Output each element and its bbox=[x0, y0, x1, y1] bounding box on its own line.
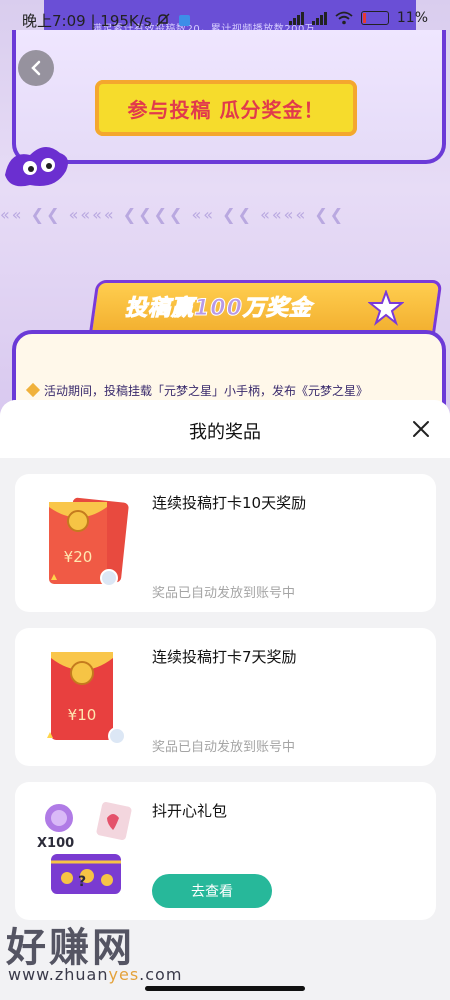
red-packet-amount: ¥20 bbox=[64, 548, 93, 566]
watermark-url: www.zhuanyes.com bbox=[8, 965, 182, 984]
watermark-url-accent: yes bbox=[108, 965, 140, 984]
close-icon[interactable] bbox=[410, 418, 432, 440]
mascot-decoration-icon bbox=[5, 146, 68, 187]
battery-text: 11% bbox=[396, 10, 428, 26]
gift-pack-icon: X100 ? bbox=[37, 801, 132, 894]
status-bar: 晚上7:09 | 195K/s 11% bbox=[0, 0, 450, 40]
join-submission-text: 参与投稿 瓜分奖金！ bbox=[127, 97, 325, 122]
activity-page-background: 满足累计有效投稿数20，累计视频播放数200万 参与投稿 瓜分奖金！ «« ❮❮… bbox=[0, 0, 450, 420]
prize-status: 奖品已自动发放到账号中 bbox=[152, 740, 296, 755]
my-prizes-sheet: 我的奖品 ¥20 连续投稿打卡10天奖励 奖品已自动发放到账号中 ¥10 连续投… bbox=[0, 400, 450, 1000]
watermark-url-prefix: www.zhuan bbox=[8, 965, 109, 984]
red-packet-amount: ¥10 bbox=[68, 706, 97, 724]
view-gift-button[interactable]: 去查看 bbox=[152, 874, 272, 908]
wifi-icon bbox=[335, 11, 353, 25]
svg-text:?: ? bbox=[78, 874, 86, 890]
star-icon bbox=[368, 290, 404, 326]
prize-title: 抖开心礼包 bbox=[152, 802, 228, 820]
sheet-title: 我的奖品 bbox=[189, 422, 261, 443]
sheet-header: 我的奖品 bbox=[0, 400, 450, 458]
reward-section-title: 投稿赢100万奖金 bbox=[125, 296, 312, 322]
gift-count: X100 bbox=[37, 836, 74, 851]
chevron-left-icon bbox=[31, 60, 41, 76]
signal-2-icon bbox=[311, 11, 327, 25]
prize-card-gift-pack: X100 ? 抖开心礼包 去查看 bbox=[15, 782, 436, 920]
red-packet-20-icon: ¥20 bbox=[49, 497, 129, 587]
status-time: 晚上7:09 | 195K/s bbox=[22, 10, 191, 31]
prize-status: 奖品已自动发放到账号中 bbox=[152, 586, 296, 601]
red-packet-10-icon: ¥10 bbox=[47, 652, 126, 745]
signal-1-icon bbox=[288, 11, 304, 25]
decorative-chevrons: «« ❮❮ «««« ❮❮❮❮ «« ❮❮ «««« ❮❮ bbox=[0, 205, 346, 224]
time-speed-text: 晚上7:09 | 195K/s bbox=[22, 12, 152, 30]
bullet-icon bbox=[25, 382, 41, 398]
watermark-url-suffix: .com bbox=[139, 965, 183, 984]
rules-text-content: 活动期间，投稿挂载「元梦之星」小手柄，发布《元梦之星》 bbox=[44, 384, 369, 398]
app-notification-icon bbox=[179, 15, 191, 26]
prize-title: 连续投稿打卡7天奖励 bbox=[152, 648, 297, 666]
prize-card-7-day: ¥10 连续投稿打卡7天奖励 奖品已自动发放到账号中 bbox=[15, 628, 436, 766]
mute-bell-icon bbox=[156, 13, 170, 27]
status-indicators: 11% bbox=[288, 10, 428, 26]
home-indicator[interactable] bbox=[145, 986, 305, 991]
rules-text: 活动期间，投稿挂载「元梦之星」小手柄，发布《元梦之星》 bbox=[25, 382, 369, 399]
back-button[interactable] bbox=[18, 50, 54, 86]
prize-card-10-day: ¥20 连续投稿打卡10天奖励 奖品已自动发放到账号中 bbox=[15, 474, 436, 612]
battery-icon bbox=[360, 11, 389, 25]
prize-title: 连续投稿打卡10天奖励 bbox=[152, 494, 307, 512]
join-submission-banner[interactable]: 参与投稿 瓜分奖金！ bbox=[95, 80, 357, 136]
